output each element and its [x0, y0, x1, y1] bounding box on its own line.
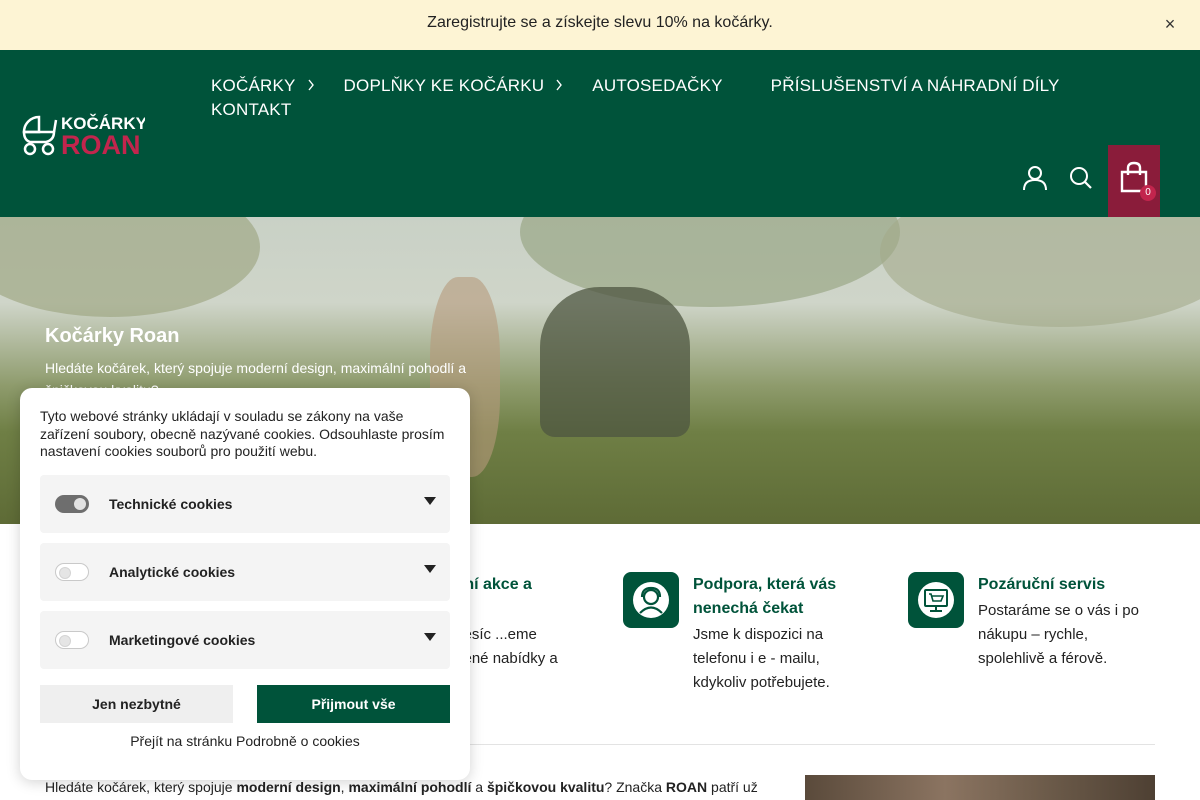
- side-photo: [805, 775, 1155, 800]
- promo-bar: Zaregistrujte se a získejte slevu 10% na…: [0, 0, 1200, 50]
- nav-label: KONTAKT: [211, 100, 292, 119]
- cookie-text: Tyto webové stránky ukládají v souladu s…: [40, 408, 445, 459]
- feature-support: Podpora, která vás nenechá čekat Jsme k …: [623, 572, 883, 702]
- intro-text: patří už: [707, 779, 758, 795]
- cookie-details-link[interactable]: Přejít na stránku Podrobně o cookies: [20, 733, 470, 749]
- nav-item-kocarky[interactable]: KOČÁRKY: [211, 76, 314, 96]
- intro-bold: maximální pohodlí: [348, 779, 472, 795]
- nav-label: KOČÁRKY: [211, 76, 296, 95]
- nav-label: PŘÍSLUŠENSTVÍ A NÁHRADNÍ DÍLY: [770, 76, 1060, 95]
- nav-item-prislusenstvi[interactable]: PŘÍSLUŠENSTVÍ A NÁHRADNÍ DÍLY: [771, 76, 1060, 96]
- accept-all-button[interactable]: Přijmout vše: [257, 685, 450, 723]
- feature-text: Postaráme se o vás i po nákupu – rychle,…: [978, 602, 1139, 667]
- necessary-only-button[interactable]: Jen nezbytné: [40, 685, 233, 723]
- logo-line2: ROAN: [61, 130, 141, 156]
- cookie-category-technical[interactable]: Technické cookies: [40, 475, 450, 533]
- feature-text: Jsme k dispozici na telefonu i e - mailu…: [693, 626, 830, 691]
- feature-title: Pozáruční servis: [978, 576, 1106, 593]
- logo[interactable]: KOČÁRKY ROAN: [20, 110, 148, 160]
- nav-item-kontakt[interactable]: KONTAKT: [211, 100, 291, 120]
- cookie-category-label: Marketingové cookies: [109, 632, 256, 648]
- feature-title: Podpora, která vás nenechá čekat: [693, 576, 837, 617]
- cookie-category-label: Technické cookies: [109, 496, 233, 512]
- nav-item-doplnky[interactable]: DOPLŇKY KE KOČÁRKU: [344, 76, 563, 96]
- support-agent-icon: [623, 572, 679, 628]
- intro-paragraph: Hledáte kočárek, který spojuje moderní d…: [45, 777, 785, 797]
- cookie-toggle-technical[interactable]: [55, 495, 89, 513]
- promo-text: Zaregistrujte se a získejte slevu 10% na…: [427, 13, 773, 31]
- intro-text: Hledáte kočárek, který spojuje: [45, 779, 237, 795]
- caret-down-icon[interactable]: [424, 565, 436, 573]
- intro-text: ? Značka: [604, 779, 666, 795]
- header-actions: 0: [1012, 145, 1160, 217]
- main-nav: KOČÁRKY DOPLŇKY KE KOČÁRKU AUTOSEDAČKY P…: [211, 74, 1111, 122]
- intro-bold: moderní design: [236, 779, 341, 795]
- cart-count-badge: 0: [1140, 185, 1156, 201]
- cart-button[interactable]: 0: [1108, 145, 1160, 217]
- nav-label: AUTOSEDAČKY: [592, 76, 723, 95]
- nav-item-autosedacky[interactable]: AUTOSEDAČKY: [592, 76, 722, 96]
- intro-bold: špičkovou kvalitu: [486, 779, 605, 795]
- intro-text: a: [471, 779, 487, 795]
- feature-service: Pozáruční servis Postaráme se o vás i po…: [908, 572, 1158, 702]
- user-icon[interactable]: [1012, 155, 1058, 201]
- intro-bold: ROAN: [665, 779, 708, 795]
- stroller-icon: KOČÁRKY ROAN: [22, 114, 148, 160]
- close-icon[interactable]: ×: [1160, 14, 1180, 34]
- nav-label: DOPLŇKY KE KOČÁRKU: [343, 76, 545, 95]
- chevron-down-icon[interactable]: [556, 79, 563, 94]
- cookie-toggle-marketing[interactable]: [55, 631, 89, 649]
- cookie-toggle-analytics[interactable]: [55, 563, 89, 581]
- site-header: KOČÁRKY ROAN KOČÁRKY DOPLŇKY KE KOČÁRKU …: [0, 50, 1200, 217]
- cookie-category-marketing[interactable]: Marketingové cookies: [40, 611, 450, 669]
- hero-title: Kočárky Roan: [45, 325, 180, 347]
- cookie-category-label: Analytické cookies: [109, 564, 236, 580]
- cookie-consent-dialog: Tyto webové stránky ukládají v souladu s…: [20, 388, 470, 780]
- search-icon[interactable]: [1058, 155, 1104, 201]
- caret-down-icon[interactable]: [424, 497, 436, 505]
- caret-down-icon[interactable]: [424, 633, 436, 641]
- service-cart-icon: [908, 572, 964, 628]
- chevron-down-icon[interactable]: [308, 79, 314, 94]
- cookie-category-analytics[interactable]: Analytické cookies: [40, 543, 450, 601]
